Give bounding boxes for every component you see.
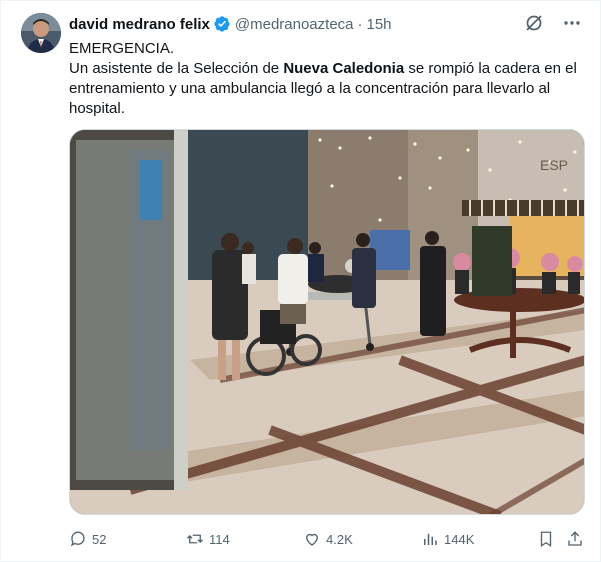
tweet-text-line1: EMERGENCIA. (69, 40, 175, 57)
tweet-photo[interactable]: ESP (69, 129, 585, 515)
tweet-card: david medrano felix @medranoazteca · 15h (0, 0, 601, 562)
author-name[interactable]: david medrano felix (69, 16, 210, 33)
reply-icon (70, 531, 85, 547)
share-icon (568, 531, 582, 546)
reply-button[interactable]: 52 (69, 530, 106, 548)
more-options-icon[interactable] (562, 13, 582, 33)
reply-count: 52 (92, 531, 107, 547)
timestamp[interactable]: 15h (367, 16, 392, 33)
views-count: 144K (444, 531, 475, 547)
photo-sign-text: ESP (540, 157, 568, 173)
views-button[interactable]: 144K (421, 530, 474, 548)
verified-badge-icon (213, 15, 231, 33)
top-icons (524, 13, 582, 33)
bookmark-icon (540, 531, 552, 548)
bookmark-button[interactable] (537, 530, 555, 548)
tweet-text-body: Un asistente de la Selección de Nueva Ca… (69, 59, 584, 119)
heart-icon (306, 533, 318, 546)
tweet-actions: 52 114 4.2K 144K (69, 528, 584, 550)
author-handle[interactable]: @medranoazteca (235, 16, 354, 33)
avatar[interactable] (21, 13, 61, 53)
tweet-text-bold: Nueva Caledonia (283, 60, 405, 77)
grok-icon[interactable] (524, 13, 544, 33)
analytics-icon (424, 533, 437, 545)
repost-button[interactable]: 114 (186, 530, 230, 548)
repost-icon (187, 534, 203, 544)
share-button[interactable] (566, 530, 584, 548)
tweet-header: david medrano felix @medranoazteca · 15h (69, 14, 392, 34)
separator-dot: · (357, 15, 363, 33)
like-button[interactable]: 4.2K (303, 530, 353, 548)
like-count: 4.2K (326, 531, 353, 547)
tweet-text: EMERGENCIA. Un asistente de la Selección… (69, 39, 584, 119)
tweet-text-part1: Un asistente de la Selección de (69, 60, 284, 77)
repost-count: 114 (209, 531, 230, 547)
